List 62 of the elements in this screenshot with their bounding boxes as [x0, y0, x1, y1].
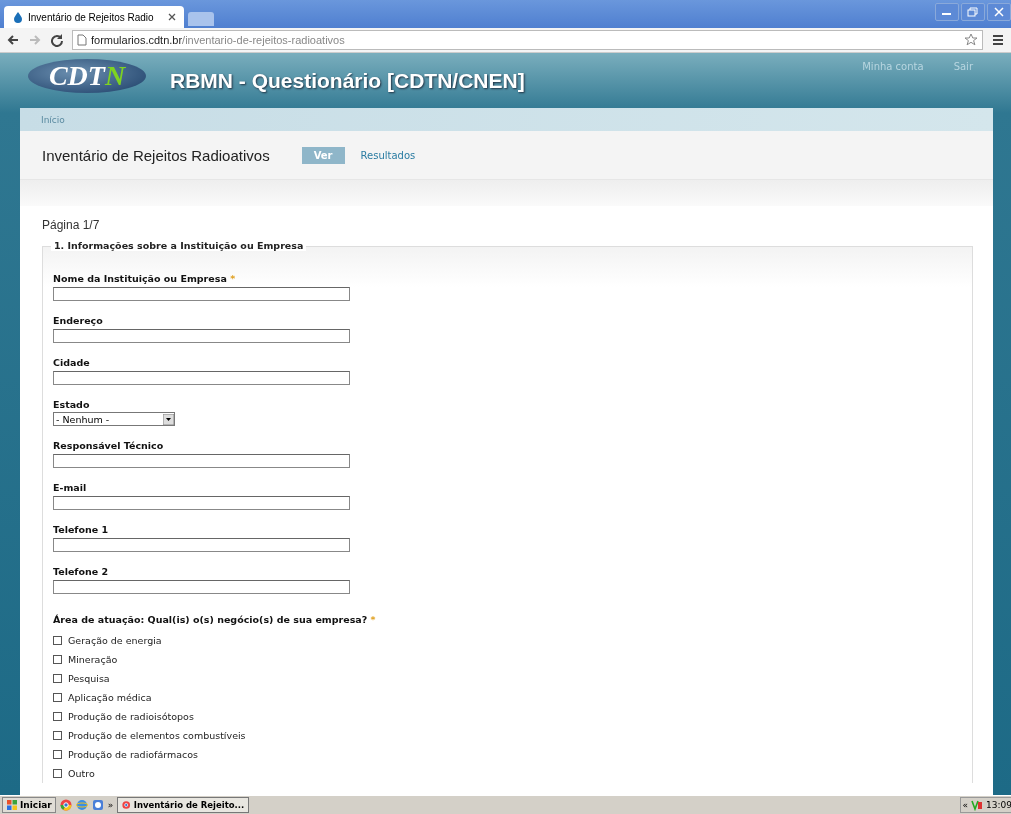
- page-tab[interactable]: Resultados: [348, 146, 428, 164]
- text-field[interactable]: [53, 496, 350, 510]
- tray-app-icon[interactable]: [971, 799, 984, 811]
- field-label: Cidade: [53, 357, 90, 370]
- checkbox-label[interactable]: Geração de energia: [68, 635, 162, 646]
- app-icon[interactable]: [91, 799, 104, 811]
- start-button[interactable]: Iniciar: [2, 797, 56, 813]
- page-indicator: Página 1/7: [42, 218, 101, 232]
- checkbox-label[interactable]: Pesquisa: [68, 673, 110, 684]
- page-title: Inventário de Rejeitos Radioativos: [42, 146, 270, 164]
- field-label: Nome da Instituição ou Empresa *: [53, 273, 236, 286]
- logo[interactable]: CDTN: [28, 59, 146, 93]
- checkbox-label[interactable]: Produção de elementos combustíveis: [68, 730, 246, 741]
- checkbox[interactable]: [53, 636, 62, 645]
- checkbox-label[interactable]: Produção de radiofármacos: [68, 749, 199, 760]
- checkbox-label[interactable]: Outro: [68, 768, 95, 779]
- chrome-icon: [122, 799, 131, 811]
- restore-icon[interactable]: [961, 3, 985, 21]
- close-icon[interactable]: [987, 3, 1011, 21]
- close-icon[interactable]: [168, 13, 176, 21]
- site-title: RBMN - Questionário [CDTN/CNEN]: [170, 69, 525, 93]
- more-button[interactable]: »: [107, 800, 114, 810]
- reload-icon[interactable]: [50, 33, 64, 47]
- windows-logo-icon: [6, 799, 18, 811]
- field-label: Telefone 1: [53, 524, 109, 537]
- menu-icon[interactable]: [991, 33, 1005, 47]
- dropdown[interactable]: - Nenhum -: [53, 412, 175, 426]
- fieldset-legend: 1. Informações sobre a Instituição ou Empresa: [51, 240, 307, 251]
- checkbox-label[interactable]: Produção de radioisótopos: [68, 711, 194, 722]
- star-icon[interactable]: [964, 33, 978, 47]
- field-label: Endereço: [53, 315, 103, 328]
- tray-toggle[interactable]: «: [962, 800, 969, 810]
- minimize-icon[interactable]: [935, 3, 959, 21]
- text-field[interactable]: [53, 580, 350, 594]
- checkbox-label[interactable]: Aplicação médica: [68, 692, 152, 703]
- back-icon[interactable]: [6, 33, 20, 47]
- text-field[interactable]: [53, 538, 350, 552]
- checkbox[interactable]: [53, 712, 62, 721]
- browser-tab[interactable]: Inventário de Rejeitos Radio: [4, 6, 184, 28]
- field-label: Telefone 2: [53, 566, 109, 579]
- checkbox[interactable]: [53, 674, 62, 683]
- taskbar-button[interactable]: Inventário de Rejeito...: [117, 797, 250, 813]
- address-bar[interactable]: formularios.cdtn.br/inventario-de-rejeitos-radioativos: [72, 30, 983, 50]
- drop-icon: [12, 11, 24, 23]
- text-field[interactable]: [53, 329, 350, 343]
- checkbox[interactable]: [53, 655, 62, 664]
- page-icon: [77, 34, 87, 46]
- question-label: Área de atuação: Qual(is) o(s) negócio(s) de sua empresa? *: [53, 614, 376, 625]
- checkbox[interactable]: [53, 731, 62, 740]
- field-label: Responsável Técnico: [53, 440, 164, 453]
- field-label: E-mail: [53, 482, 87, 495]
- text-field[interactable]: [53, 371, 350, 385]
- checkbox-label[interactable]: Mineração: [68, 654, 118, 665]
- chrome-icon[interactable]: [59, 799, 72, 811]
- clock: 13:09: [986, 800, 1011, 810]
- text-field[interactable]: [53, 287, 350, 301]
- field-label: Estado: [53, 399, 90, 412]
- text-field[interactable]: [53, 454, 350, 468]
- checkbox[interactable]: [53, 693, 62, 702]
- dropdown-arrow-icon[interactable]: [163, 413, 174, 425]
- checkbox[interactable]: [53, 750, 62, 759]
- checkbox[interactable]: [53, 769, 62, 778]
